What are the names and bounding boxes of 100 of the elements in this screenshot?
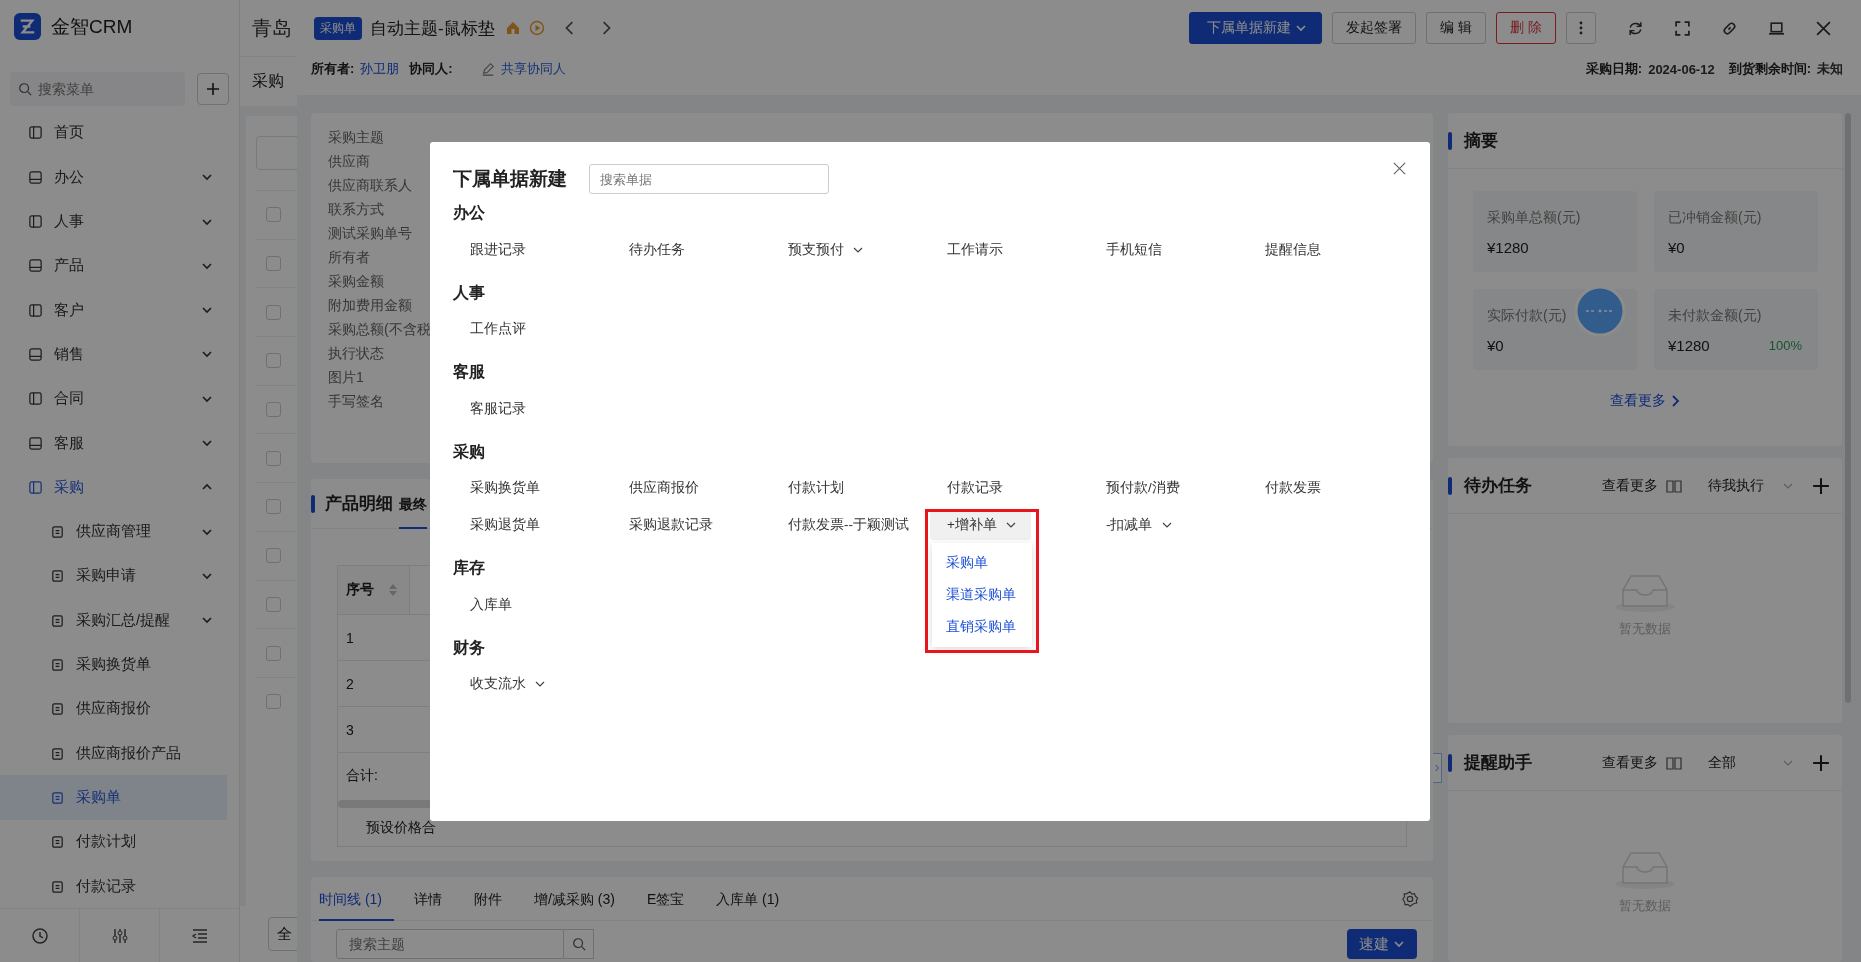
sidebar-item[interactable]: 供应商报价 — [0, 686, 239, 731]
row-checkbox[interactable] — [266, 402, 281, 418]
owner-link[interactable]: 孙卫朋 — [360, 60, 400, 78]
pencil-icon[interactable] — [480, 62, 495, 76]
quick-create-button[interactable]: 速建 — [1347, 929, 1417, 959]
dropdown-option[interactable]: 渠道采购单 — [932, 578, 1032, 611]
sidebar-item[interactable]: 客服 — [0, 420, 239, 466]
home-icon[interactable] — [504, 20, 521, 36]
document-type-item[interactable]: 跟进记录 — [453, 235, 540, 264]
document-type-item[interactable]: 工作请示 — [930, 235, 1017, 264]
fullscreen-icon[interactable] — [1674, 19, 1691, 37]
stat-value: ¥1280 — [1668, 337, 1710, 354]
view-more-link[interactable]: 查看更多 — [1602, 476, 1658, 495]
row-checkbox[interactable] — [266, 548, 281, 564]
row-checkbox[interactable] — [266, 207, 281, 223]
search-field[interactable]: 搜索单据 — [589, 164, 829, 194]
tab[interactable]: 详情 — [414, 877, 454, 921]
sidebar-item[interactable]: 人事 — [0, 199, 239, 244]
column-header[interactable]: 序号 — [346, 581, 374, 599]
sidebar-item[interactable]: 采购汇总/提醒 — [0, 598, 239, 643]
tab[interactable]: E签宝 — [646, 877, 697, 921]
sidebar-item[interactable]: 销售 — [0, 332, 239, 377]
add-icon[interactable] — [1812, 753, 1830, 772]
document-type-item[interactable]: 客服记录 — [453, 394, 540, 423]
dropdown-option[interactable]: 采购单 — [932, 546, 1032, 579]
view-more-link[interactable]: 查看更多 — [1602, 753, 1658, 772]
sidebar-item[interactable]: 采购申请 — [0, 553, 239, 599]
more-button[interactable] — [1566, 12, 1596, 44]
document-type-item[interactable]: 入库单 — [453, 590, 526, 619]
tab[interactable]: 时间线 (1) — [319, 877, 394, 921]
document-type-item[interactable]: 采购退货单 — [453, 510, 554, 540]
action-button[interactable]: 编 辑 — [1426, 12, 1487, 44]
document-type-item[interactable]: 付款计划 — [771, 473, 858, 503]
search-field[interactable]: 搜索主题 — [336, 929, 564, 959]
sidebar-item[interactable]: 办公 — [0, 155, 239, 200]
field-label: 手写签名 — [328, 393, 384, 411]
add-button[interactable] — [197, 72, 229, 105]
sidebar-item[interactable]: 付款记录 — [0, 863, 239, 909]
sidebar-item[interactable]: 供应商管理 — [0, 509, 239, 554]
book-icon[interactable] — [1666, 477, 1682, 494]
document-type-item[interactable]: 付款记录 — [930, 473, 1017, 503]
action-button[interactable]: 发起签署 — [1332, 12, 1417, 44]
document-type-item[interactable]: 待办任务 — [612, 235, 699, 264]
sidebar-item[interactable]: 首页 — [0, 110, 239, 156]
sidebar-item[interactable]: 采购单 — [0, 775, 227, 820]
document-type-item[interactable]: -扣减单 — [1089, 510, 1187, 540]
document-type-item[interactable]: 工作点评 — [453, 314, 540, 344]
panel-icon — [28, 214, 43, 230]
tab[interactable]: 附件 — [474, 877, 514, 921]
sidebar-item[interactable]: 合同 — [0, 376, 239, 421]
document-type-item[interactable]: +增补单 — [930, 510, 1031, 540]
filter-select[interactable]: 待我执行 — [1708, 476, 1794, 495]
action-button[interactable]: 删 除 — [1496, 12, 1556, 44]
row-checkbox[interactable] — [266, 596, 281, 612]
close-icon[interactable] — [1392, 161, 1407, 176]
document-type-item[interactable]: 收支流水 — [453, 669, 560, 699]
close-icon[interactable] — [1815, 19, 1832, 37]
row-checkbox[interactable] — [266, 450, 281, 466]
laptop-icon[interactable] — [1768, 19, 1785, 37]
sidebar-item[interactable]: 采购换货单 — [0, 642, 239, 687]
document-type-item[interactable]: 供应商报价 — [612, 473, 713, 503]
book-icon[interactable] — [1666, 754, 1682, 771]
action-button[interactable]: 下属单据新建 — [1189, 12, 1323, 44]
collapse-handle[interactable] — [1433, 752, 1442, 783]
document-type-item[interactable]: 手机短信 — [1089, 235, 1176, 264]
search-field[interactable]: 搜索菜单 — [10, 71, 185, 106]
total-label: 合计: — [346, 766, 378, 785]
document-type-item[interactable]: 付款发票--于颖测试 — [771, 510, 923, 540]
sidebar-item[interactable]: 客户 — [0, 288, 239, 333]
category-title: 库存 — [453, 558, 485, 578]
row-checkbox[interactable] — [266, 304, 281, 320]
row-checkbox[interactable] — [266, 499, 281, 515]
add-icon[interactable] — [1812, 476, 1830, 495]
search-button[interactable] — [564, 929, 594, 959]
document-type-item[interactable]: 预支预付 — [771, 235, 878, 264]
document-type-item[interactable]: 提醒信息 — [1248, 235, 1335, 264]
row-checkbox[interactable] — [266, 694, 281, 710]
sidebar-item[interactable]: 产品 — [0, 243, 239, 288]
filter-select[interactable]: 全部 — [1708, 753, 1794, 772]
row-checkbox[interactable] — [266, 353, 281, 369]
date-label: 采购日期: — [1585, 60, 1643, 78]
sort-icon[interactable] — [388, 583, 398, 597]
row-checkbox[interactable] — [266, 256, 281, 272]
settings-icon[interactable] — [1401, 889, 1419, 908]
document-type-item[interactable]: 付款发票 — [1248, 473, 1335, 503]
assistant-bubble-icon[interactable] — [1574, 285, 1626, 337]
dropdown-option[interactable]: 直销采购单 — [932, 610, 1032, 643]
refresh-icon[interactable] — [1627, 19, 1644, 37]
document-type-item[interactable]: 采购换货单 — [453, 473, 554, 503]
share-collaborator-link[interactable]: 共享协同人 — [500, 60, 566, 78]
row-checkbox[interactable] — [266, 645, 281, 661]
view-more-link[interactable]: 查看更多 — [1609, 392, 1681, 410]
sidebar-item[interactable]: 采购 — [0, 465, 239, 510]
detail-tab[interactable]: 最终 — [399, 478, 427, 529]
tab[interactable]: 增/减采购 (3) — [534, 877, 627, 921]
tab[interactable]: 入库单 (1) — [716, 877, 792, 921]
document-type-item[interactable]: 预付款/消费 — [1089, 473, 1194, 503]
document-type-item[interactable]: 采购退款记录 — [612, 510, 727, 540]
play-icon[interactable] — [528, 20, 545, 36]
stat-label: 采购单总额(元) — [1487, 209, 1582, 227]
